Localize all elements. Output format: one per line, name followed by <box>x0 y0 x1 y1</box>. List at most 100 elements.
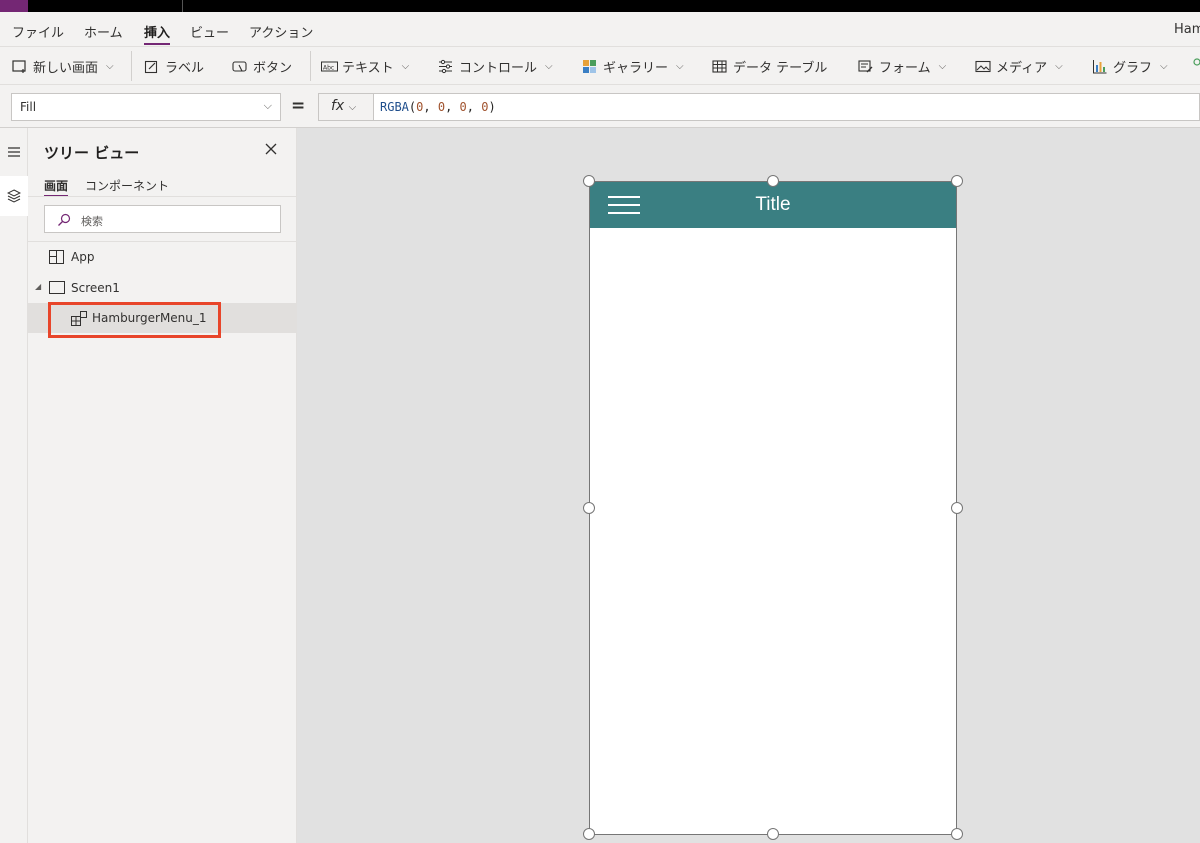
menu-insert[interactable]: 挿入 <box>144 22 171 45</box>
ribbon-divider <box>131 51 132 81</box>
button-label: ボタン <box>253 61 293 76</box>
button-icon <box>232 59 247 74</box>
divider <box>28 196 297 197</box>
screen1-canvas[interactable]: Title <box>589 181 957 835</box>
app-name: Ham <box>1174 22 1200 37</box>
property-dropdown[interactable]: Fill ⌵ <box>11 93 281 121</box>
controls-icon <box>438 59 453 74</box>
form-icon <box>858 59 873 74</box>
resize-handle[interactable] <box>951 175 963 187</box>
ribbon-divider <box>310 51 311 81</box>
tree-node-app[interactable]: App <box>28 242 297 272</box>
resize-handle[interactable] <box>583 502 595 514</box>
app-launcher-accent[interactable] <box>0 0 28 12</box>
chart-button[interactable]: グラフ ⌵ <box>1092 57 1168 76</box>
text-input-icon: Abc <box>321 59 338 74</box>
formula-arg: 0 <box>459 100 467 114</box>
new-screen-button[interactable]: 新しい画面 ⌵ <box>12 57 114 76</box>
header-title: Title <box>755 194 791 215</box>
chevron-down-icon: ⌵ <box>545 61 553 72</box>
formula-comma: , <box>466 100 482 114</box>
resize-handle[interactable] <box>583 175 595 187</box>
label-label: ラベル <box>165 61 205 76</box>
property-value: Fill <box>20 100 37 114</box>
chevron-down-icon: ⌵ <box>401 61 410 72</box>
new-screen-label: 新しい画面 <box>33 61 99 76</box>
chevron-down-icon: ⌵ <box>676 61 684 72</box>
chevron-down-icon: ⌵ <box>938 61 947 72</box>
menu-view[interactable]: ビュー <box>190 22 229 41</box>
formula-bar: Fill ⌵ = fx ⌵ RGBA(0, 0, 0, 0) <box>0 85 1200 128</box>
highlight-box <box>48 302 221 338</box>
ai-icon <box>1192 57 1200 72</box>
title-bar <box>0 0 1200 12</box>
menu-file[interactable]: ファイル <box>12 22 64 41</box>
data-table-label: データ テーブル <box>733 61 828 76</box>
search-input[interactable]: 検索 <box>44 205 281 233</box>
resize-handle[interactable] <box>767 828 779 840</box>
equals-sign: = <box>291 96 306 116</box>
form-button[interactable]: フォーム ⌵ <box>858 57 946 76</box>
tab-screens[interactable]: 画面 <box>44 177 69 197</box>
chevron-down-icon: ⌵ <box>348 102 357 113</box>
app-icon <box>49 250 64 264</box>
chevron-down-icon: ⌵ <box>1055 61 1063 72</box>
search-placeholder: 検索 <box>81 215 103 228</box>
chevron-down-icon: ⌵ <box>1160 61 1168 72</box>
menu-home[interactable]: ホーム <box>84 22 123 41</box>
chart-label: グラフ <box>1113 61 1153 76</box>
formula-comma: , <box>423 100 438 114</box>
tree-node-screen1[interactable]: ◢ Screen1 <box>28 273 297 303</box>
text-button[interactable]: Abc テキスト ⌵ <box>321 57 409 76</box>
title-bar-divider <box>182 0 183 12</box>
menu-icon[interactable] <box>0 132 28 172</box>
resize-handle[interactable] <box>951 828 963 840</box>
more-insert-button[interactable] <box>1192 57 1200 72</box>
formula-arg: 0 <box>437 100 446 114</box>
formula-function: RGBA <box>380 100 409 114</box>
gallery-button[interactable]: ギャラリー ⌵ <box>582 57 684 76</box>
image-icon <box>975 59 991 74</box>
chevron-down-icon: ⌵ <box>106 61 114 72</box>
left-rail <box>0 128 28 843</box>
text-label: テキスト <box>342 61 394 76</box>
insert-ribbon: 新しい画面 ⌵ ラベル ボタン Abc テキスト ⌵ コントロール ⌵ ギャラリ… <box>0 47 1200 85</box>
menu-action[interactable]: アクション <box>249 22 313 41</box>
function-button[interactable]: fx ⌵ <box>318 93 374 121</box>
label-button[interactable]: ラベル <box>144 57 204 76</box>
tree-node-label: App <box>71 250 95 264</box>
gallery-label: ギャラリー <box>603 61 669 76</box>
fx-icon: fx <box>331 98 345 114</box>
chart-icon <box>1092 59 1107 74</box>
tree-view-panel: ツリー ビュー 画面 コンポーネント 検索 App ◢ Screen1 Hamb… <box>28 128 297 843</box>
svg-text:Abc: Abc <box>323 65 334 72</box>
button-button[interactable]: ボタン <box>232 57 292 76</box>
chevron-down-icon: ⌵ <box>263 99 272 112</box>
controls-label: コントロール <box>459 61 538 76</box>
search-icon <box>57 212 71 226</box>
tree-node-label: Screen1 <box>71 281 120 295</box>
label-icon <box>144 59 159 74</box>
close-icon[interactable] <box>264 141 278 160</box>
data-table-button[interactable]: データ テーブル <box>712 57 827 76</box>
hamburger-menu-header[interactable]: Title <box>590 182 956 228</box>
formula-paren-close: ) <box>488 100 496 114</box>
menu-bar: ファイル ホーム 挿入 ビュー アクション Ham <box>0 12 1200 47</box>
expand-triangle-icon[interactable]: ◢ <box>35 282 41 291</box>
gallery-icon <box>582 59 597 74</box>
resize-handle[interactable] <box>583 828 595 840</box>
resize-handle[interactable] <box>951 502 963 514</box>
formula-input[interactable]: RGBA(0, 0, 0, 0) <box>374 93 1200 121</box>
media-label: メディア <box>996 61 1048 76</box>
controls-button[interactable]: コントロール ⌵ <box>438 57 553 76</box>
form-label: フォーム <box>879 61 931 76</box>
resize-handle[interactable] <box>767 175 779 187</box>
formula-comma: , <box>445 100 460 114</box>
tab-components[interactable]: コンポーネント <box>85 177 169 194</box>
design-canvas[interactable]: Title <box>297 128 1200 843</box>
media-button[interactable]: メディア ⌵ <box>975 57 1063 76</box>
layers-icon[interactable] <box>0 176 28 216</box>
tree-view-title: ツリー ビュー <box>44 144 140 162</box>
screen-icon <box>49 281 65 294</box>
table-icon <box>712 59 727 74</box>
